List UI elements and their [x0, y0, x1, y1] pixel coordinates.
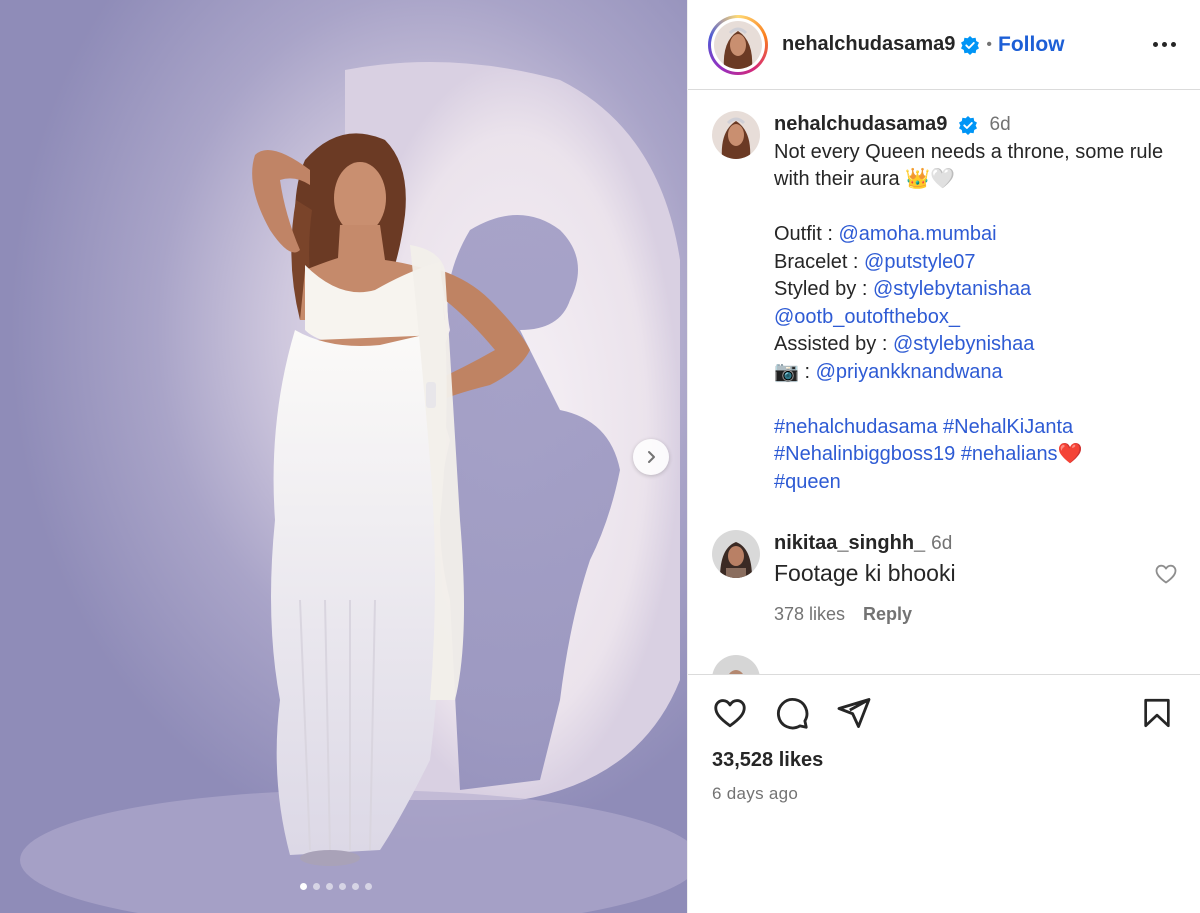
carousel-dot: [365, 883, 372, 890]
carousel-dot: [313, 883, 320, 890]
styled-label: Styled by :: [774, 278, 873, 300]
caption-text: Not every Queen needs a throne, some rul…: [774, 140, 1164, 191]
more-options-button[interactable]: [1149, 34, 1180, 55]
mention-link[interactable]: @amoha.mumbai: [838, 223, 996, 245]
caption-time[interactable]: 6d: [990, 114, 1011, 135]
save-button[interactable]: [1140, 695, 1174, 731]
carousel-dot: [326, 883, 333, 890]
post-timestamp[interactable]: 6 days ago: [712, 784, 1176, 804]
carousel-next-button[interactable]: [633, 439, 669, 475]
avatar[interactable]: [712, 654, 760, 674]
chevron-right-icon: [648, 451, 655, 463]
share-button[interactable]: [836, 695, 872, 731]
action-bar: [712, 695, 1176, 731]
mention-link[interactable]: @putstyle07: [864, 251, 975, 273]
mention-link[interactable]: @stylebynishaa: [893, 333, 1034, 355]
like-comment-heart-icon[interactable]: [1154, 562, 1178, 586]
avatar: [714, 20, 762, 69]
assisted-label: Assisted by :: [774, 333, 893, 355]
camera-label: 📷 :: [774, 360, 816, 383]
caption: nehalchudasama9 6d Not every Queen needs…: [712, 111, 1176, 496]
share-icon: [837, 698, 871, 728]
comment-meta: 378 likes Reply: [774, 601, 1176, 629]
caption-username[interactable]: nehalchudasama9: [774, 113, 947, 135]
mention-link[interactable]: @ootb_outofthebox_: [774, 306, 960, 328]
comment-button[interactable]: [774, 695, 810, 731]
separator-dot: •: [986, 35, 993, 53]
author-username[interactable]: nehalchudasama9: [782, 33, 955, 56]
comment-likes[interactable]: 378 likes: [774, 604, 845, 624]
comment-icon: [776, 697, 809, 730]
comments-section[interactable]: nehalchudasama9 6d Not every Queen needs…: [688, 91, 1200, 674]
avatar[interactable]: [712, 530, 760, 578]
post-photo: [20, 62, 687, 913]
comment-item: nikitaa_singhh_ 6d Footage ki bhooki 378 …: [712, 530, 1178, 629]
hashtag-link[interactable]: #nehalchudasama: [774, 416, 937, 438]
bookmark-icon: [1144, 698, 1170, 728]
post-actions-area: 33,528 likes 6 days ago: [688, 674, 1200, 913]
bracelet-label: Bracelet :: [774, 250, 865, 273]
avatar[interactable]: [712, 111, 760, 159]
like-button[interactable]: [712, 695, 748, 731]
heart-emoji: ❤️: [1057, 443, 1083, 465]
carousel-dot: [300, 883, 307, 890]
comment-time[interactable]: 6d: [931, 533, 952, 554]
outfit-label: Outfit :: [774, 223, 839, 245]
verified-icon: [958, 115, 977, 135]
hashtag-link[interactable]: #NehalKiJanta: [943, 416, 1073, 438]
comment-item-partial: [712, 654, 1176, 674]
post-header: nehalchudasama9 • Follow: [688, 0, 1200, 90]
follow-button[interactable]: Follow: [998, 33, 1065, 57]
comment-username[interactable]: nikitaa_singhh_: [774, 532, 925, 554]
carousel-indicator: [300, 883, 372, 890]
hashtag-link[interactable]: #nehalians: [961, 443, 1058, 465]
heart-icon: [714, 699, 746, 728]
mention-link[interactable]: @stylebytanishaa: [873, 278, 1031, 300]
more-icon: [1153, 42, 1158, 47]
carousel-dot: [352, 883, 359, 890]
reply-button[interactable]: Reply: [863, 604, 912, 624]
mention-link[interactable]: @priyankknandwana: [816, 361, 1003, 383]
author-avatar-story-ring[interactable]: [708, 14, 768, 75]
verified-icon: [961, 35, 980, 55]
post-media[interactable]: [0, 0, 687, 913]
post-details-panel: nehalchudasama9 • Follow nehalchudasama9…: [687, 0, 1200, 913]
likes-count[interactable]: 33,528 likes: [712, 749, 1176, 772]
hashtag-link[interactable]: #queen: [774, 471, 841, 493]
comment-text: Footage ki bhooki: [774, 559, 956, 586]
carousel-dot: [339, 883, 346, 890]
hashtag-link[interactable]: #Nehalinbiggboss19: [774, 443, 955, 465]
